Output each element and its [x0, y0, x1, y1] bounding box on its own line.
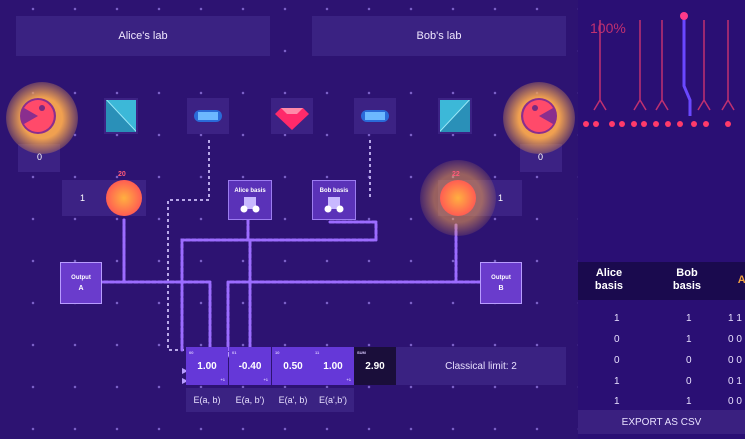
- table-cell: 1: [614, 313, 620, 324]
- polarization-rotator-icon: [194, 110, 222, 122]
- table-cell: 0: [686, 376, 692, 387]
- gem-laser-icon: [275, 108, 309, 130]
- results-side-panel: 100% Alice basis Bob basis A B 1 1 1 1 0…: [578, 0, 745, 439]
- correlator-sub: +1: [220, 377, 225, 382]
- laser-source-tile[interactable]: [271, 98, 313, 134]
- output-a-box[interactable]: Output A: [60, 262, 102, 304]
- correlator-label: E(a',b'): [319, 395, 347, 405]
- classical-limit-label: Classical limit: 2: [445, 360, 517, 372]
- correlator-label: E(a, b'): [235, 395, 265, 405]
- correlator-tag: 10: [275, 350, 280, 355]
- alice-source-icon[interactable]: [106, 180, 142, 216]
- table-cell: 0 0: [728, 355, 742, 366]
- table-cell: 0 0: [728, 396, 742, 407]
- correlator-tag: 00: [189, 350, 194, 355]
- correlator-label: E(a, b): [193, 395, 221, 405]
- column-bob-basis: Bob basis: [672, 267, 702, 292]
- correlator-cell: 11 1.00 +1: [312, 347, 354, 385]
- beam-splitter-icon: [106, 100, 136, 132]
- polarization-rotator-tile-right[interactable]: [354, 98, 396, 134]
- correlator-cell: 10 0.50: [272, 347, 314, 385]
- dice-icon: [240, 196, 260, 212]
- polarization-rotator-icon: [361, 110, 389, 122]
- table-cell: 0 0: [728, 334, 742, 345]
- sum-value: 2.90: [365, 360, 385, 372]
- classical-limit-panel: Classical limit: 2: [396, 347, 566, 385]
- beam-splitter-tile-left[interactable]: [104, 98, 138, 134]
- pacman-detector-icon[interactable]: [521, 98, 557, 134]
- table-cell: 1: [686, 396, 692, 407]
- left-detector-count: 0: [37, 152, 43, 162]
- correlator-sub: +1: [263, 377, 268, 382]
- bob-basis-label: Bob basis: [319, 187, 349, 194]
- correlator-value: -0.40: [238, 360, 262, 372]
- alice-source-badge: 20: [118, 171, 126, 178]
- column-a-b: A B: [737, 274, 745, 286]
- alice-basis-box[interactable]: Alice basis: [228, 180, 272, 220]
- output-b-letter: B: [498, 284, 504, 292]
- bob-source-icon[interactable]: [440, 180, 476, 216]
- game-board: Alice's lab Bob's lab 0 0 1 20 22 1 Alic…: [0, 0, 578, 439]
- correlator-value: 1.00: [197, 360, 217, 372]
- correlator-value: 1.00: [323, 360, 343, 372]
- output-a-letter: A: [78, 284, 84, 292]
- beam-splitter-icon: [440, 100, 470, 132]
- results-table-header: Alice basis Bob basis A B: [578, 262, 745, 300]
- table-cell: 0: [614, 355, 620, 366]
- correlator-tag: 01: [232, 350, 237, 355]
- alice-source-count: 1: [80, 193, 86, 203]
- dice-icon: [324, 196, 344, 212]
- polarization-rotator-tile-left[interactable]: [187, 98, 229, 134]
- probability-percent: 100%: [590, 20, 626, 36]
- sum-cell: SUM 2.90: [354, 347, 396, 385]
- export-csv-label: EXPORT AS CSV: [621, 416, 702, 428]
- table-cell: 0 1: [728, 376, 742, 387]
- alice-basis-label: Alice basis: [234, 187, 266, 194]
- sum-tag: SUM: [357, 350, 366, 355]
- pacman-detector-icon[interactable]: [20, 98, 56, 134]
- table-cell: 1: [614, 376, 620, 387]
- table-cell: 0: [686, 355, 692, 366]
- table-cell: 1 1: [728, 313, 742, 324]
- correlator-cell: 00 1.00 +1: [186, 347, 228, 385]
- correlator-value: 0.50: [283, 360, 303, 372]
- export-csv-button[interactable]: EXPORT AS CSV: [578, 410, 745, 434]
- correlator-label: E(a', b): [278, 395, 308, 405]
- bob-source-count: 1: [498, 193, 504, 203]
- table-cell: 1: [686, 313, 692, 324]
- correlator-cell: 01 -0.40 +1: [229, 347, 271, 385]
- column-alice-basis: Alice basis: [594, 267, 624, 292]
- correlator-sub: +1: [346, 377, 351, 382]
- beam-splitter-tile-right[interactable]: [438, 98, 472, 134]
- output-a-title: Output: [71, 274, 91, 281]
- correlator-tag: 11: [315, 350, 320, 355]
- bob-basis-box[interactable]: Bob basis: [312, 180, 356, 220]
- table-cell: 1: [686, 334, 692, 345]
- output-b-box[interactable]: Output B: [480, 262, 522, 304]
- output-b-title: Output: [491, 274, 511, 281]
- table-cell: 0: [614, 334, 620, 345]
- right-detector-count: 0: [538, 152, 544, 162]
- bob-source-badge: 22: [452, 171, 460, 178]
- table-cell: 1: [614, 396, 620, 407]
